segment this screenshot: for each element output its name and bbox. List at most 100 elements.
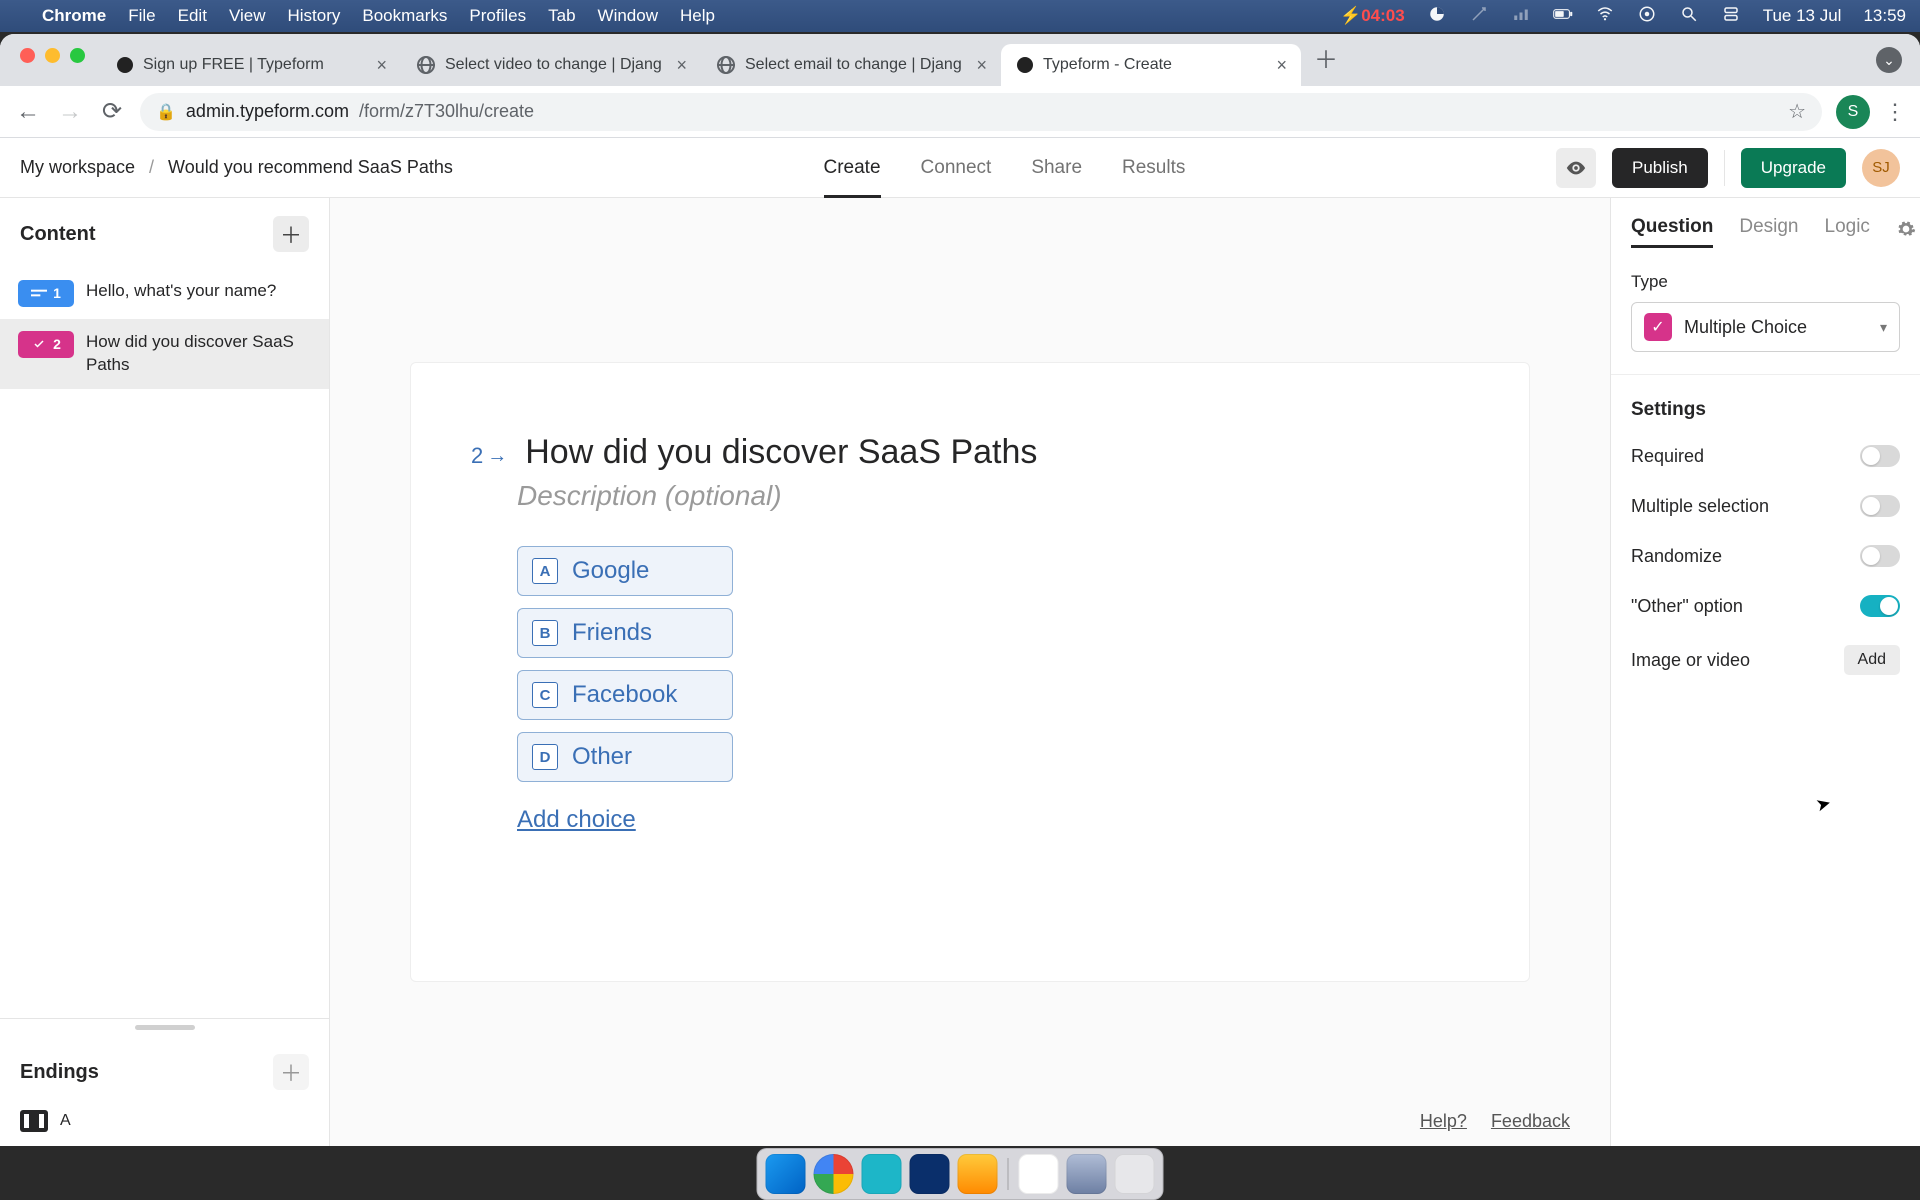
tab-close-icon[interactable]: × <box>376 55 387 76</box>
tab-close-icon[interactable]: × <box>1276 55 1287 76</box>
dock-app-generic-2[interactable] <box>910 1154 950 1194</box>
dock-separator <box>1008 1158 1009 1190</box>
dock-app-generic-1[interactable] <box>862 1154 902 1194</box>
preview-button[interactable] <box>1556 148 1596 188</box>
new-tab-button[interactable]: ＋ <box>1309 40 1343 74</box>
question-card[interactable]: 2→ How did you discover SaaS Paths Descr… <box>410 362 1530 982</box>
choice-label[interactable]: Google <box>572 557 649 585</box>
dock-app-generic-3[interactable] <box>958 1154 998 1194</box>
menu-tab[interactable]: Tab <box>548 6 575 26</box>
ending-letter: A <box>60 1112 71 1130</box>
upgrade-button[interactable]: Upgrade <box>1741 148 1846 188</box>
menu-help[interactable]: Help <box>680 6 715 26</box>
menu-edit[interactable]: Edit <box>178 6 207 26</box>
browser-tab[interactable]: Select video to change | Djang × <box>401 44 701 86</box>
menubar-app-icon-2[interactable] <box>1469 5 1489 28</box>
add-choice-link[interactable]: Add choice <box>517 806 636 834</box>
tab-overflow-icon[interactable]: ⌄ <box>1876 47 1902 73</box>
user-avatar[interactable]: SJ <box>1862 149 1900 187</box>
question-type-select[interactable]: ✓ Multiple Choice ▾ <box>1631 302 1900 352</box>
menu-bookmarks[interactable]: Bookmarks <box>362 6 447 26</box>
menubar-clock[interactable]: 13:59 <box>1863 6 1906 26</box>
menu-file[interactable]: File <box>128 6 155 26</box>
menu-window[interactable]: Window <box>598 6 658 26</box>
feedback-link[interactable]: Feedback <box>1491 1111 1570 1132</box>
dock-app-finder[interactable] <box>766 1154 806 1194</box>
tab-close-icon[interactable]: × <box>676 55 687 76</box>
window-minimize-button[interactable] <box>45 48 60 63</box>
browser-tab[interactable]: Sign up FREE | Typeform × <box>101 44 401 86</box>
workspace-link[interactable]: My workspace <box>20 157 135 178</box>
nav-forward-button[interactable]: → <box>56 98 84 126</box>
tab-results[interactable]: Results <box>1122 138 1185 197</box>
chrome-menu-icon[interactable]: ⋮ <box>1884 99 1906 125</box>
window-close-button[interactable] <box>20 48 35 63</box>
choice-key: C <box>532 682 558 708</box>
control-center-icon[interactable] <box>1637 5 1657 28</box>
choice-option[interactable]: BFriends <box>517 608 733 658</box>
browser-tab-active[interactable]: Typeform - Create × <box>1001 44 1301 86</box>
bookmark-star-icon[interactable]: ☆ <box>1788 99 1806 124</box>
tab-create[interactable]: Create <box>824 138 881 197</box>
address-bar[interactable]: 🔒 admin.typeform.com/form/z7T30lhu/creat… <box>140 93 1822 131</box>
toggle-multiple-selection[interactable] <box>1860 495 1900 517</box>
choice-label[interactable]: Facebook <box>572 681 677 709</box>
nav-reload-button[interactable]: ⟳ <box>98 97 126 126</box>
add-question-button[interactable]: ＋ <box>273 216 309 252</box>
dock-app-generic-4[interactable] <box>1019 1154 1059 1194</box>
dock-app-chrome[interactable] <box>814 1154 854 1194</box>
panel-tab-logic[interactable]: Logic <box>1825 216 1870 248</box>
help-link[interactable]: Help? <box>1420 1111 1467 1132</box>
choice-option[interactable]: DOther <box>517 732 733 782</box>
dock-app-generic-5[interactable] <box>1067 1154 1107 1194</box>
battery-icon[interactable] <box>1553 5 1573 28</box>
choice-label[interactable]: Friends <box>572 619 652 647</box>
macos-dock <box>757 1144 1164 1200</box>
toggle-other-option[interactable] <box>1860 595 1900 617</box>
tab-share[interactable]: Share <box>1031 138 1082 197</box>
wifi-icon[interactable] <box>1595 5 1615 28</box>
menubar-extra-icon[interactable] <box>1721 5 1741 28</box>
question-index: 2→ <box>471 443 507 469</box>
favicon-icon <box>1017 57 1033 73</box>
chrome-profile-avatar[interactable]: S <box>1836 95 1870 129</box>
question-number: 2 <box>53 335 61 354</box>
question-list-item-active[interactable]: 2 How did you discover SaaS Paths <box>0 319 329 389</box>
choice-label[interactable]: Other <box>572 743 632 771</box>
toggle-randomize[interactable] <box>1860 545 1900 567</box>
setting-label: Multiple selection <box>1631 496 1769 517</box>
panel-tab-question[interactable]: Question <box>1631 216 1713 248</box>
favicon-icon <box>117 57 133 73</box>
content-heading: Content <box>20 223 96 246</box>
menubar-date[interactable]: Tue 13 Jul <box>1763 6 1842 26</box>
menu-view[interactable]: View <box>229 6 266 26</box>
ending-list-item[interactable]: A <box>0 1096 329 1146</box>
menu-history[interactable]: History <box>287 6 340 26</box>
add-ending-button[interactable]: ＋ <box>273 1054 309 1090</box>
tab-connect[interactable]: Connect <box>921 138 992 197</box>
dock-trash[interactable] <box>1115 1154 1155 1194</box>
form-name[interactable]: Would you recommend SaaS Paths <box>168 157 453 178</box>
toggle-required[interactable] <box>1860 445 1900 467</box>
panel-settings-icon[interactable] <box>1896 219 1916 245</box>
menu-profiles[interactable]: Profiles <box>469 6 526 26</box>
publish-button[interactable]: Publish <box>1612 148 1708 188</box>
panel-resize-handle[interactable] <box>135 1025 195 1030</box>
menubar-app-name[interactable]: Chrome <box>42 6 106 26</box>
nav-back-button[interactable]: ← <box>14 98 42 126</box>
question-description-input[interactable]: Description (optional) <box>517 480 1469 512</box>
tab-close-icon[interactable]: × <box>976 55 987 76</box>
choice-option[interactable]: C Facebook <box>517 670 733 720</box>
menubar-app-icon-1[interactable] <box>1427 5 1447 28</box>
battery-status-icon[interactable]: ⚡04:03 <box>1340 6 1405 26</box>
window-zoom-button[interactable] <box>70 48 85 63</box>
menubar-app-icon-3[interactable] <box>1511 5 1531 28</box>
browser-tab[interactable]: Select email to change | Djang × <box>701 44 1001 86</box>
spotlight-icon[interactable] <box>1679 5 1699 28</box>
add-media-button[interactable]: Add <box>1844 645 1900 675</box>
question-title-input[interactable]: How did you discover SaaS Paths <box>525 433 1037 472</box>
panel-tab-design[interactable]: Design <box>1739 216 1798 248</box>
question-list-item[interactable]: 1 Hello, what's your name? <box>0 268 329 319</box>
question-type-badge: 1 <box>18 280 74 307</box>
choice-option[interactable]: AGoogle <box>517 546 733 596</box>
